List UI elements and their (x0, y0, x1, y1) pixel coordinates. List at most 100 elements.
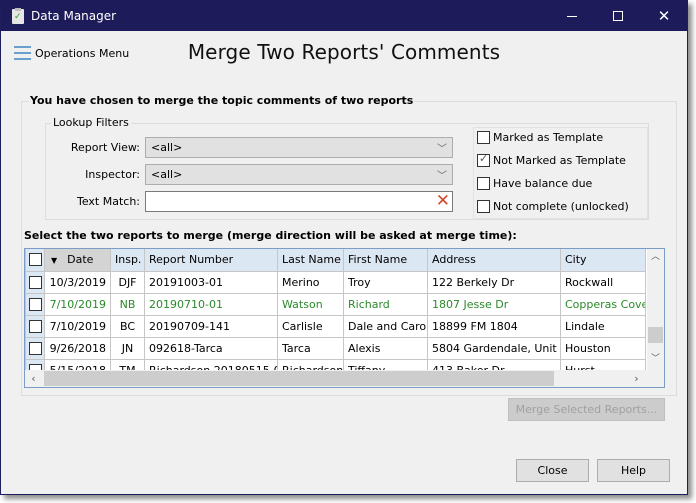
close-icon: ✕ (657, 6, 671, 25)
row-select-cell[interactable] (25, 314, 45, 338)
cell-report-number: 20190709-141 (144, 314, 278, 338)
chevron-down-icon: ﹀ (437, 144, 447, 155)
row-select-cell[interactable] (25, 292, 45, 316)
table-row[interactable]: 7/10/2019 BC 20190709-141 Carlisle Dale and … (25, 314, 646, 338)
cell-report-number: 092618-Tarca (144, 336, 278, 360)
cell-last-name: Tarca (277, 336, 344, 360)
cell-report-number: 20191003-01 (144, 270, 278, 294)
not-marked-as-template-checkbox[interactable]: Not Marked as Template (477, 152, 626, 167)
page-title-container: Merge Two Reports' Comments (1, 40, 687, 64)
scrollbar-corner (647, 370, 664, 387)
merge-selected-reports-button[interactable]: Merge Selected Reports... (508, 398, 665, 421)
cell-city: Rockwall (560, 270, 646, 294)
row-select-cell[interactable] (25, 270, 45, 294)
reports-grid: ▼ Date Insp. Report Number Last Name Firs… (24, 248, 665, 388)
marked-as-template-checkbox[interactable]: Marked as Template (477, 131, 603, 144)
checkbox-box-checked[interactable] (477, 152, 490, 167)
text-match-input[interactable] (146, 192, 426, 211)
select-all-header[interactable] (25, 249, 45, 272)
horizontal-scrollbar[interactable]: ‹ › (25, 370, 647, 387)
cell-first-name: Richard (343, 292, 428, 316)
cell-last-name: Carlisle (277, 314, 344, 338)
app-clipboard-icon: ✓ (12, 8, 24, 24)
inspector-dropdown[interactable]: <all> ﹀ (145, 164, 453, 185)
close-button[interactable]: Close (516, 459, 589, 482)
not-complete-checkbox[interactable]: Not complete (unlocked) (477, 200, 629, 213)
chevron-down-icon: ﹀ (437, 171, 447, 182)
row-checkbox[interactable] (28, 341, 42, 355)
column-header-address[interactable]: Address (427, 249, 561, 272)
scroll-down-icon[interactable]: ﹀ (647, 351, 664, 368)
cell-last-name: Merino (277, 270, 344, 294)
grid-header-row: ▼ Date Insp. Report Number Last Name Firs… (25, 249, 646, 272)
horizontal-scroll-thumb[interactable] (44, 371, 554, 386)
column-header-report-number[interactable]: Report Number (144, 249, 278, 272)
cell-address: 18899 FM 1804 (427, 314, 561, 338)
table-row[interactable]: 9/26/2018 JN 092618-Tarca Tarca Alexis 5804 G… (25, 336, 646, 360)
minimize-icon (567, 15, 577, 17)
row-checkbox[interactable] (28, 319, 42, 333)
column-header-first-name[interactable]: First Name (343, 249, 428, 272)
row-checkbox[interactable] (28, 275, 42, 289)
cell-address: 122 Berkely Dr (427, 270, 561, 294)
report-view-label: Report View: (70, 141, 140, 154)
window-title: Data Manager (31, 9, 117, 23)
text-match-field[interactable]: ✕ (145, 191, 453, 212)
row-select-cell[interactable] (25, 336, 45, 360)
column-header-date[interactable]: ▼ Date (44, 249, 111, 272)
inspector-label: Inspector: (85, 168, 140, 181)
vertical-scrollbar[interactable]: ︿ ﹀ (647, 249, 664, 370)
cell-insp: DJF (110, 270, 145, 294)
column-header-city[interactable]: City (560, 249, 646, 272)
checkbox-box[interactable] (477, 177, 490, 190)
row-checkbox[interactable] (28, 297, 42, 311)
inspector-value: <all> (151, 168, 183, 181)
vertical-scroll-thumb[interactable] (648, 327, 663, 343)
checkbox-box[interactable] (477, 200, 490, 213)
cell-insp: NB (110, 292, 145, 316)
scroll-left-icon[interactable]: ‹ (25, 370, 42, 387)
reports-table: ▼ Date Insp. Report Number Last Name Firs… (25, 249, 646, 382)
maximize-button[interactable] (595, 1, 641, 31)
title-bar[interactable]: ✓ Data Manager ✕ (1, 1, 687, 31)
cell-address: 5804 Gardendale, Unit A (427, 336, 561, 360)
report-view-dropdown[interactable]: <all> ﹀ (145, 137, 453, 158)
cell-date: 7/10/2019 (44, 314, 111, 338)
cell-insp: BC (110, 314, 145, 338)
checkbox-label: Have balance due (493, 177, 593, 190)
help-button[interactable]: Help (597, 459, 670, 482)
have-balance-due-checkbox[interactable]: Have balance due (477, 177, 592, 190)
checkbox-label: Not complete (unlocked) (493, 200, 629, 213)
cell-date: 7/10/2019 (44, 292, 111, 316)
scroll-right-icon[interactable]: › (628, 370, 645, 387)
cell-city: Lindale (560, 314, 646, 338)
cell-address: 1807 Jesse Dr (427, 292, 561, 316)
cell-first-name: Alexis (343, 336, 428, 360)
sort-desc-icon: ▼ (51, 256, 58, 266)
checkbox-label: Marked as Template (493, 131, 604, 144)
cell-city: Copperas Cover (560, 292, 646, 316)
checkbox-box[interactable] (477, 131, 490, 144)
minimize-button[interactable] (549, 1, 595, 31)
text-match-label: Text Match: (76, 195, 140, 208)
cell-last-name: Watson (277, 292, 344, 316)
close-window-button[interactable]: ✕ (641, 1, 687, 31)
select-all-checkbox[interactable] (28, 253, 42, 267)
checkbox-label: Not Marked as Template (493, 154, 626, 167)
cell-date: 9/26/2018 (44, 336, 111, 360)
table-row[interactable]: 7/10/2019 NB 20190710-01 Watson Richard 1807 … (25, 292, 646, 316)
column-header-insp[interactable]: Insp. (110, 249, 145, 272)
clear-text-icon[interactable]: ✕ (436, 192, 450, 211)
report-view-value: <all> (151, 141, 183, 154)
cell-report-number: 20190710-01 (144, 292, 278, 316)
page-title: Merge Two Reports' Comments (187, 40, 501, 64)
lookup-filters-label: Lookup Filters (51, 116, 131, 129)
cell-city: Houston (560, 336, 646, 360)
cell-insp: JN (110, 336, 145, 360)
column-title: Date (67, 253, 94, 267)
column-header-last-name[interactable]: Last Name (277, 249, 344, 272)
cell-first-name: Dale and Carol (343, 314, 428, 338)
grid-caption: Select the two reports to merge (merge d… (24, 229, 517, 242)
scroll-up-icon[interactable]: ︿ (647, 249, 664, 266)
table-row[interactable]: 10/3/2019 DJF 20191003-01 Merino Troy 122 Ber… (25, 270, 646, 294)
